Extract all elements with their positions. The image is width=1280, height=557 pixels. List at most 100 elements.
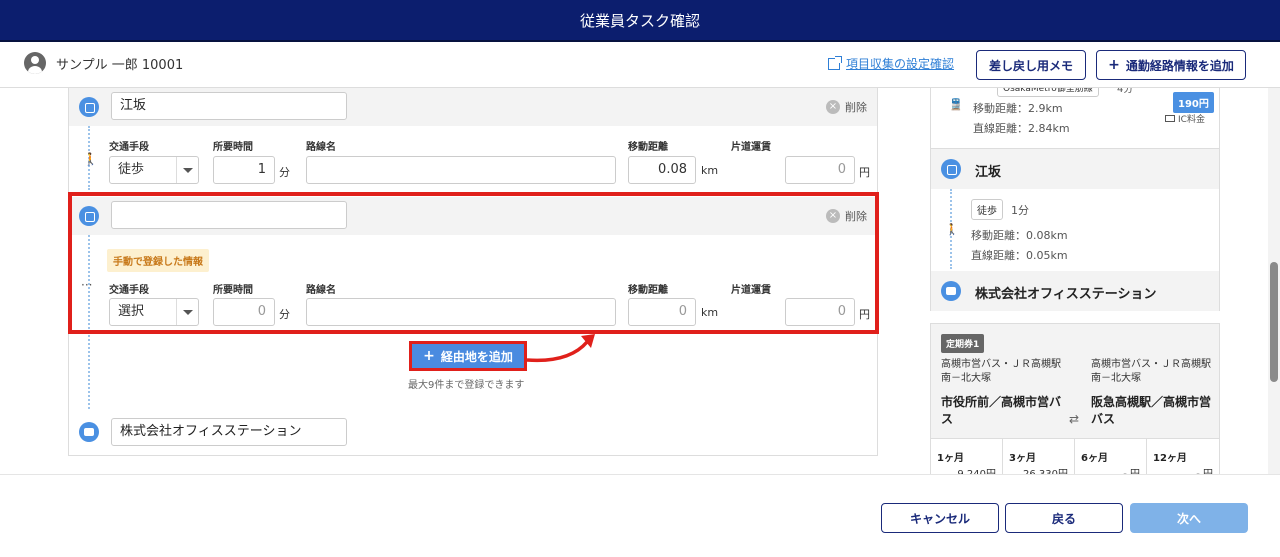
destination-row: 株式会社オフィスステーション bbox=[69, 412, 877, 452]
price-label: 6ヶ月 bbox=[1081, 453, 1108, 464]
add-route-label: 通勤経路情報を追加 bbox=[1125, 58, 1234, 73]
price-12-month: 12ヶ月 - 円 bbox=[1147, 439, 1219, 474]
train-icon: 🚆 bbox=[949, 98, 963, 111]
pass-to-route: 高槻市営バス・ＪＲ高槻駅南－北大塚 bbox=[1091, 359, 1211, 384]
fare-unit: 円 bbox=[859, 166, 870, 179]
delete-button[interactable]: × 削除 bbox=[826, 208, 867, 224]
distance-input[interactable]: 0 bbox=[628, 298, 696, 326]
pass-tag: 定期券1 bbox=[941, 334, 985, 353]
fare-unit: 円 bbox=[859, 308, 870, 321]
route-connector bbox=[88, 235, 90, 409]
summary-destination: 株式会社オフィスステーション bbox=[931, 271, 1219, 311]
delete-button[interactable]: × 削除 bbox=[826, 99, 867, 115]
manual-entry-badge: 手動で登録した情報 bbox=[107, 249, 209, 272]
settings-link[interactable]: 項目収集の設定確認 bbox=[828, 55, 954, 72]
stop-name-input[interactable]: 江坂 bbox=[111, 92, 347, 120]
walk-icon: 🚶 bbox=[945, 223, 959, 236]
fare-badge: 190円 bbox=[1173, 92, 1214, 113]
distance-unit: km bbox=[701, 164, 719, 177]
mode-label: 交通手段 bbox=[109, 285, 149, 296]
cancel-button[interactable]: キャンセル bbox=[881, 503, 999, 533]
line-name-input[interactable] bbox=[306, 156, 616, 184]
back-button[interactable]: 戻る bbox=[1005, 503, 1123, 533]
stop-node-icon bbox=[941, 159, 961, 179]
pass-from-station: 市役所前／高槻市営バス bbox=[941, 395, 1062, 426]
distance-label: 移動距離 bbox=[628, 285, 668, 296]
summary-stop-esaka: 江坂 bbox=[931, 149, 1219, 189]
time-unit: 分 bbox=[279, 308, 290, 321]
price-value: 26,330円 bbox=[1023, 465, 1068, 474]
transport-mode-value: 徒歩 bbox=[118, 162, 145, 177]
train-segment-card: OsakaMetro御堂筋線 4分 190円 IC料金 🚆 移動距離：2.9km… bbox=[930, 88, 1220, 149]
transport-mode-value: 選択 bbox=[118, 304, 145, 319]
chevron-down-icon bbox=[176, 299, 198, 325]
fare-input[interactable]: 0 bbox=[785, 156, 855, 184]
transport-mode-select[interactable]: 徒歩 bbox=[109, 156, 199, 184]
scrollbar-thumb[interactable] bbox=[1270, 262, 1278, 382]
destination-name-input[interactable]: 株式会社オフィスステーション bbox=[111, 418, 347, 446]
user-info: サンプル 一郎 10001 bbox=[24, 52, 183, 74]
line-time: 4分 bbox=[1117, 88, 1134, 95]
straight-distance: 直線距離：2.84km bbox=[973, 122, 1070, 135]
avatar-icon bbox=[24, 52, 46, 74]
price-label: 1ヶ月 bbox=[937, 453, 964, 464]
external-link-icon bbox=[828, 55, 842, 70]
fare-input[interactable]: 0 bbox=[785, 298, 855, 326]
card-icon bbox=[1165, 115, 1175, 122]
chevron-down-icon bbox=[176, 157, 198, 183]
settings-link-label: 項目収集の設定確認 bbox=[846, 57, 955, 71]
time-input[interactable]: 1 bbox=[213, 156, 275, 184]
time-input[interactable]: 0 bbox=[213, 298, 275, 326]
next-button[interactable]: 次へ bbox=[1130, 503, 1248, 533]
scrollbar[interactable] bbox=[1268, 88, 1280, 474]
pass-price-table: 1ヶ月 9,240円 3ヶ月 26,330円 6ヶ月 - 円 12ヶ月 - 円 bbox=[931, 438, 1219, 474]
annotation-arrow-icon bbox=[526, 334, 595, 363]
price-label: 3ヶ月 bbox=[1009, 453, 1036, 464]
return-memo-button[interactable]: 差し戻し用メモ bbox=[976, 50, 1086, 80]
stop-row-new: × 削除 bbox=[69, 197, 877, 235]
time-label: 所要時間 bbox=[213, 142, 253, 153]
stop-row-esaka: 江坂 × 削除 bbox=[69, 88, 877, 126]
price-value: - 円 bbox=[1123, 465, 1140, 474]
delete-label: 削除 bbox=[845, 101, 867, 114]
summary-destination-name: 株式会社オフィスステーション bbox=[975, 287, 1157, 302]
walk-tag: 徒歩 bbox=[971, 199, 1003, 220]
walk-icon: 🚶 bbox=[83, 152, 98, 166]
fare-label: 片道運賃 bbox=[731, 142, 771, 153]
close-icon: × bbox=[826, 209, 840, 223]
stop-node-icon bbox=[79, 97, 99, 117]
price-label: 12ヶ月 bbox=[1153, 453, 1187, 464]
page-title-bar: 従業員タスク確認 bbox=[0, 0, 1280, 42]
stop-name-input-empty[interactable] bbox=[111, 201, 347, 229]
add-waypoint-label: 経由地を追加 bbox=[440, 349, 513, 364]
add-waypoint-button[interactable]: + 経由地を追加 bbox=[409, 341, 527, 371]
pass-from-route: 高槻市営バス・ＪＲ高槻駅南－北大塚 bbox=[941, 359, 1061, 384]
line-label: 路線名 bbox=[306, 285, 336, 296]
plus-icon: + bbox=[423, 348, 435, 364]
next-label: 次へ bbox=[1176, 511, 1201, 526]
briefcase-icon bbox=[79, 422, 99, 442]
price-value: - 円 bbox=[1196, 465, 1213, 474]
delete-label: 削除 bbox=[845, 210, 867, 223]
pass-to-station: 阪急高槻駅／高槻市営バス bbox=[1091, 395, 1212, 426]
moving-distance: 移動距離：2.9km bbox=[973, 102, 1063, 115]
price-value: 9,240円 bbox=[957, 465, 996, 474]
footer: キャンセル 戻る 次へ bbox=[0, 474, 1280, 557]
price-6-month: 6ヶ月 - 円 bbox=[1075, 439, 1147, 474]
fare-label: 片道運賃 bbox=[731, 285, 771, 296]
more-dots-icon: ··· bbox=[81, 278, 93, 292]
plus-icon: + bbox=[1108, 57, 1120, 73]
line-tag: OsakaMetro御堂筋線 bbox=[997, 88, 1099, 97]
price-3-month: 3ヶ月 26,330円 bbox=[1003, 439, 1075, 474]
line-name-input[interactable] bbox=[306, 298, 616, 326]
back-label: 戻る bbox=[1051, 511, 1076, 526]
summary-stop-name: 江坂 bbox=[975, 165, 1002, 180]
distance-input[interactable]: 0.08 bbox=[628, 156, 696, 184]
user-name: サンプル 一郎 10001 bbox=[56, 57, 184, 73]
ic-fare-label: IC料金 bbox=[1178, 115, 1205, 125]
walk-time: 1分 bbox=[1011, 204, 1029, 217]
ic-fare: IC料金 bbox=[1165, 112, 1205, 125]
commuter-pass-card: 定期券1 高槻市営バス・ＪＲ高槻駅南－北大塚 高槻市営バス・ＪＲ高槻駅南－北大塚… bbox=[930, 323, 1220, 474]
add-route-button[interactable]: + 通勤経路情報を追加 bbox=[1096, 50, 1246, 80]
transport-mode-select[interactable]: 選択 bbox=[109, 298, 199, 326]
